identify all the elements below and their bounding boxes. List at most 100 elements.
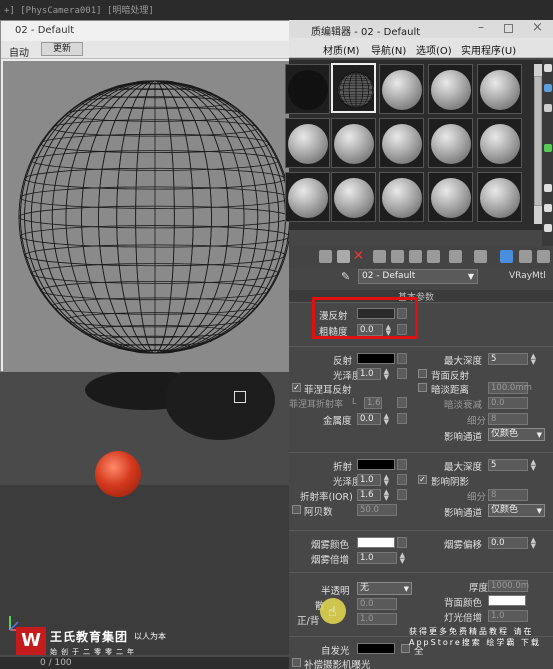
video-check-icon[interactable] bbox=[544, 184, 552, 192]
sample-slot[interactable] bbox=[285, 172, 330, 222]
reflect-gloss-map-button[interactable] bbox=[397, 368, 407, 379]
sample-slot[interactable] bbox=[428, 64, 473, 114]
teapot-body[interactable] bbox=[165, 360, 275, 440]
pick-material-icon[interactable] bbox=[537, 250, 550, 263]
light-multiplier-spinner[interactable]: 1.0 bbox=[488, 610, 528, 622]
backside-color-swatch[interactable] bbox=[488, 595, 526, 606]
background-icon[interactable] bbox=[544, 104, 552, 112]
get-material-icon[interactable] bbox=[319, 250, 332, 263]
sample-slot[interactable] bbox=[428, 118, 473, 168]
delete-icon[interactable]: ✕ bbox=[352, 249, 365, 263]
menu-navigation[interactable]: 导航(N) bbox=[371, 42, 406, 57]
material-editor-window[interactable]: 质编辑器 - 02 - Default – × 材质(M) 导航(N) 选项(O… bbox=[285, 20, 553, 669]
refract-max-depth-spinner[interactable]: 5 ▲ ▼ bbox=[488, 459, 536, 472]
sample-slot[interactable] bbox=[379, 118, 424, 168]
refract-ior-spinner[interactable]: 1.6 ▲ ▼ bbox=[357, 489, 389, 502]
backlight-icon[interactable] bbox=[544, 84, 552, 92]
preview-canvas[interactable] bbox=[3, 61, 315, 371]
reflect-gloss-spinner[interactable]: 1.0 ▲ ▼ bbox=[357, 368, 389, 381]
metalness-map-button[interactable] bbox=[397, 413, 407, 424]
material-name-field[interactable]: 02 - Default ▼ bbox=[358, 269, 478, 284]
copy-material-icon[interactable] bbox=[373, 250, 386, 263]
fresnel-ior-spinner[interactable]: 1.6 bbox=[364, 397, 382, 409]
refract-color-swatch[interactable] bbox=[357, 459, 395, 470]
affect-shadows-checkbox[interactable]: ✓ bbox=[418, 475, 427, 484]
reflect-affect-dropdown[interactable]: 仅颜色 ▼ bbox=[488, 428, 545, 441]
maximize-icon[interactable] bbox=[504, 24, 513, 33]
fog-multiplier-spinner[interactable]: 1.0 ▲ ▼ bbox=[357, 552, 405, 565]
abbe-checkbox[interactable] bbox=[292, 505, 301, 514]
refract-map-button[interactable] bbox=[397, 459, 407, 470]
refract-subdivs-spinner[interactable]: 8 bbox=[488, 489, 528, 501]
viewport-label[interactable]: +] [PhysCamera001] [明暗处理] bbox=[4, 3, 154, 16]
put-to-scene-icon[interactable] bbox=[337, 250, 350, 263]
metalness-spinner[interactable]: 0.0 ▲ ▼ bbox=[357, 413, 389, 426]
uv-tiling-icon[interactable] bbox=[544, 144, 552, 152]
sample-slot[interactable] bbox=[428, 172, 473, 222]
sample-slot[interactable] bbox=[331, 118, 376, 168]
thickness-spinner[interactable]: 1000.0m bbox=[488, 580, 529, 592]
chevron-down-icon[interactable]: ▼ bbox=[468, 270, 474, 283]
show-map-icon[interactable] bbox=[449, 250, 462, 263]
preview-titlebar[interactable]: 02 - Default × bbox=[1, 21, 317, 41]
update-button[interactable]: 更新 bbox=[41, 42, 83, 56]
abbe-spinner[interactable]: 50.0 bbox=[357, 504, 397, 516]
fresnel-ior-map-button[interactable] bbox=[397, 397, 407, 408]
go-sibling-icon[interactable] bbox=[519, 250, 532, 263]
reflect-color-swatch[interactable] bbox=[357, 353, 395, 364]
refract-ior-map-button[interactable] bbox=[397, 489, 407, 500]
unique-icon[interactable] bbox=[391, 250, 404, 263]
scatter-spinner[interactable]: 0.0 bbox=[357, 598, 397, 610]
fresnel-ior-lock[interactable]: L bbox=[352, 397, 356, 406]
time-slider[interactable]: 0 / 100 bbox=[0, 657, 290, 669]
fog-bias-spinner[interactable]: 0.0 ▲ ▼ bbox=[488, 537, 536, 550]
fog-color-map-button[interactable] bbox=[397, 537, 407, 548]
material-preview-window[interactable]: 02 - Default × 自动 更新 bbox=[0, 20, 318, 372]
put-to-library-icon[interactable] bbox=[409, 250, 422, 263]
menu-utilities[interactable]: 实用程序(U) bbox=[461, 42, 516, 57]
sample-slot-active[interactable] bbox=[331, 63, 376, 113]
reflect-map-button[interactable] bbox=[397, 353, 407, 364]
sample-slot[interactable] bbox=[477, 118, 522, 168]
menu-material[interactable]: 材质(M) bbox=[323, 42, 359, 57]
front-back-spinner[interactable]: 1.0 bbox=[357, 613, 397, 625]
refract-affect-dropdown[interactable]: 仅颜色 ▼ bbox=[488, 504, 545, 517]
transform-gizmo[interactable] bbox=[234, 391, 246, 403]
sample-slot[interactable] bbox=[379, 172, 424, 222]
sample-slot[interactable] bbox=[285, 64, 330, 114]
backside-reflect-checkbox[interactable] bbox=[418, 369, 427, 378]
fog-color-swatch[interactable] bbox=[357, 537, 395, 548]
show-result-icon[interactable] bbox=[474, 250, 487, 263]
sample-slot[interactable] bbox=[285, 118, 330, 168]
compensate-exposure-checkbox[interactable] bbox=[292, 658, 301, 667]
material-id-icon[interactable] bbox=[427, 250, 440, 263]
sample-slot[interactable] bbox=[477, 172, 522, 222]
reflect-max-depth-spinner[interactable]: 5 ▲ ▼ bbox=[488, 353, 536, 366]
options-icon[interactable] bbox=[544, 224, 552, 232]
refract-gloss-map-button[interactable] bbox=[397, 474, 407, 485]
eyedropper-icon[interactable]: ✎ bbox=[341, 270, 350, 283]
go-parent-icon[interactable] bbox=[500, 250, 513, 263]
make-preview-icon[interactable] bbox=[544, 204, 552, 212]
sample-slot[interactable] bbox=[331, 172, 376, 222]
sample-slot[interactable] bbox=[379, 64, 424, 114]
dim-distance-spinner[interactable]: 100.0mm bbox=[488, 382, 532, 394]
dim-distance-checkbox[interactable] bbox=[418, 383, 427, 392]
fresnel-checkbox[interactable]: ✓ bbox=[292, 383, 301, 392]
refract-gloss-spinner[interactable]: 1.0 ▲ ▼ bbox=[357, 474, 389, 487]
auto-update-toggle[interactable]: 自动 bbox=[9, 44, 29, 59]
material-type-button[interactable]: VRayMtl bbox=[509, 271, 546, 281]
scrollbar-thumb[interactable] bbox=[534, 76, 542, 206]
close-icon[interactable]: × bbox=[532, 20, 543, 35]
translucency-mode-dropdown[interactable]: 无 ▼ bbox=[357, 582, 412, 595]
minimize-icon[interactable]: – bbox=[478, 20, 484, 34]
reflect-subdivs-spinner[interactable]: 8 bbox=[488, 413, 528, 425]
sample-slot[interactable] bbox=[477, 64, 522, 114]
sample-type-icon[interactable] bbox=[544, 64, 552, 72]
dim-falloff-spinner[interactable]: 0.0 bbox=[488, 397, 528, 409]
slots-vertical-scrollbar[interactable] bbox=[534, 64, 542, 224]
red-sphere-object[interactable] bbox=[95, 451, 141, 497]
self-illum-color-swatch[interactable] bbox=[357, 643, 395, 654]
menu-options[interactable]: 选项(O) bbox=[416, 42, 452, 57]
editor-titlebar[interactable]: 质编辑器 - 02 - Default – × bbox=[289, 20, 553, 38]
